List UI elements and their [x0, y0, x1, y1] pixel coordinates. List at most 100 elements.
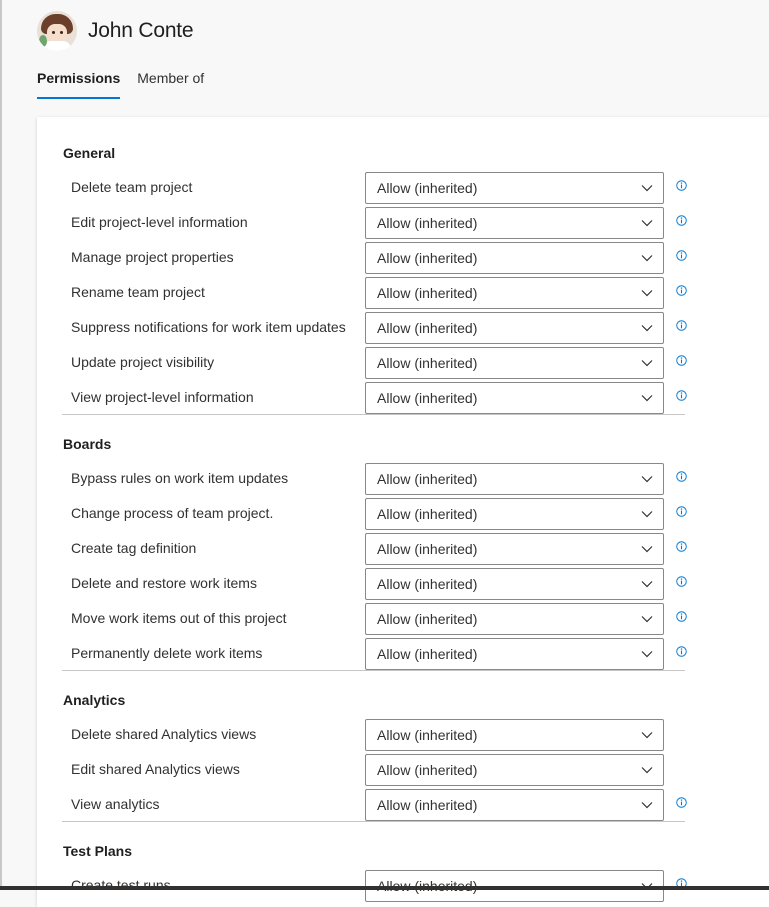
chevron-down-icon [641, 511, 653, 518]
info-icon[interactable] [676, 611, 687, 622]
permission-row: Create tag definition Allow (inherited) [37, 533, 737, 565]
info-icon[interactable] [676, 506, 687, 517]
permission-dropdown[interactable]: Allow (inherited) [365, 789, 664, 821]
permission-row: Suppress notifications for work item upd… [37, 312, 737, 344]
chevron-down-icon [641, 651, 653, 658]
section-divider [62, 821, 685, 822]
info-icon[interactable] [676, 471, 687, 482]
permission-dropdown[interactable]: Allow (inherited) [365, 719, 664, 751]
permission-row: View analytics Allow (inherited) [37, 789, 737, 821]
dropdown-value: Allow (inherited) [377, 250, 478, 266]
chevron-down-icon [641, 360, 653, 367]
permission-label: View analytics [71, 796, 160, 812]
permission-dropdown[interactable]: Allow (inherited) [365, 638, 664, 670]
info-icon[interactable] [676, 320, 687, 331]
permission-row: Move work items out of this project Allow… [37, 603, 737, 635]
tab-permissions[interactable]: Permissions [37, 70, 121, 99]
permission-label: Create test runs [71, 877, 171, 893]
bottom-scrollbar [0, 886, 769, 890]
permission-label: Manage project properties [71, 249, 234, 265]
permission-dropdown[interactable]: Allow (inherited) [365, 754, 664, 786]
dropdown-value: Allow (inherited) [377, 541, 478, 557]
permission-row: Update project visibility Allow (inherite… [37, 347, 737, 379]
dropdown-value: Allow (inherited) [377, 390, 478, 406]
permission-dropdown[interactable]: Allow (inherited) [365, 603, 664, 635]
dropdown-value: Allow (inherited) [377, 611, 478, 627]
permissions-panel: General Delete team project Allow (inherit… [37, 117, 769, 907]
permission-label: Edit shared Analytics views [71, 761, 240, 777]
permission-dropdown[interactable]: Allow (inherited) [365, 312, 664, 344]
section-title: Test Plans [63, 843, 132, 859]
permission-dropdown[interactable]: Allow (inherited) [365, 533, 664, 565]
permission-row: Permanently delete work items Allow (inhe… [37, 638, 737, 670]
section-title: Boards [63, 436, 112, 452]
permission-dropdown[interactable]: Allow (inherited) [365, 277, 664, 309]
permission-label: Move work items out of this project [71, 610, 287, 626]
info-icon[interactable] [676, 250, 687, 261]
info-icon[interactable] [676, 215, 687, 226]
permission-row: Rename team project Allow (inherited) [37, 277, 737, 309]
dropdown-value: Allow (inherited) [377, 762, 478, 778]
chevron-down-icon [641, 581, 653, 588]
dropdown-value: Allow (inherited) [377, 355, 478, 371]
permission-label: Bypass rules on work item updates [71, 470, 289, 486]
section-title: Analytics [63, 692, 126, 708]
chevron-down-icon [641, 802, 653, 809]
chevron-down-icon [641, 185, 653, 192]
info-icon[interactable] [676, 646, 687, 657]
permission-label: Delete shared Analytics views [71, 726, 257, 742]
chevron-down-icon [641, 476, 653, 483]
info-icon[interactable] [676, 285, 687, 296]
tab-bar: Permissions Member of [37, 70, 221, 99]
permission-dropdown[interactable]: Allow (inherited) [365, 463, 664, 495]
permission-dropdown[interactable]: Allow (inherited) [365, 498, 664, 530]
permission-label: Create tag definition [71, 540, 197, 556]
permission-row: Change process of team project. Allow (in… [37, 498, 737, 530]
chevron-down-icon [641, 255, 653, 262]
permission-row: Delete and restore work items Allow (inhe… [37, 568, 737, 600]
window-left-edge [0, 0, 2, 890]
permission-dropdown[interactable]: Allow (inherited) [365, 347, 664, 379]
chevron-down-icon [641, 325, 653, 332]
permission-row: Edit project-level information Allow (inh… [37, 207, 737, 239]
chevron-down-icon [641, 546, 653, 553]
info-icon[interactable] [676, 576, 687, 587]
dropdown-value: Allow (inherited) [377, 471, 478, 487]
chevron-down-icon [641, 395, 653, 402]
permission-label: Change process of team project. [71, 505, 274, 521]
permission-label: Permanently delete work items [71, 645, 263, 661]
info-icon[interactable] [676, 797, 687, 808]
permission-dropdown[interactable]: Allow (inherited) [365, 207, 664, 239]
permission-label: View project-level information [71, 389, 254, 405]
chevron-down-icon [641, 616, 653, 623]
permission-dropdown[interactable]: Allow (inherited) [365, 242, 664, 274]
permission-dropdown[interactable]: Allow (inherited) [365, 568, 664, 600]
permission-row: Delete shared Analytics views Allow (inhe… [37, 719, 737, 751]
dropdown-value: Allow (inherited) [377, 215, 478, 231]
permission-row: Bypass rules on work item updates Allow (… [37, 463, 737, 495]
avatar [37, 11, 77, 51]
info-icon[interactable] [676, 355, 687, 366]
info-icon[interactable] [676, 180, 687, 191]
permission-dropdown[interactable]: Allow (inherited) [365, 172, 664, 204]
permission-label: Edit project-level information [71, 214, 248, 230]
section-divider [62, 670, 685, 671]
chevron-down-icon [641, 767, 653, 774]
permission-row: Delete team project Allow (inherited) [37, 172, 737, 204]
permission-dropdown[interactable]: Allow (inherited) [365, 382, 664, 414]
permission-label: Rename team project [71, 284, 205, 300]
info-icon[interactable] [676, 541, 687, 552]
tab-member-of[interactable]: Member of [137, 70, 204, 99]
info-icon[interactable] [676, 390, 687, 401]
dropdown-value: Allow (inherited) [377, 285, 478, 301]
permission-label: Delete team project [71, 179, 193, 195]
permission-row: View project-level information Allow (inh… [37, 382, 737, 414]
section-divider [62, 414, 685, 415]
user-name: John Conte [88, 19, 194, 42]
chevron-down-icon [641, 290, 653, 297]
chevron-down-icon [641, 732, 653, 739]
dropdown-value: Allow (inherited) [377, 506, 478, 522]
dropdown-value: Allow (inherited) [377, 180, 478, 196]
permission-label: Delete and restore work items [71, 575, 257, 591]
chevron-down-icon [641, 220, 653, 227]
